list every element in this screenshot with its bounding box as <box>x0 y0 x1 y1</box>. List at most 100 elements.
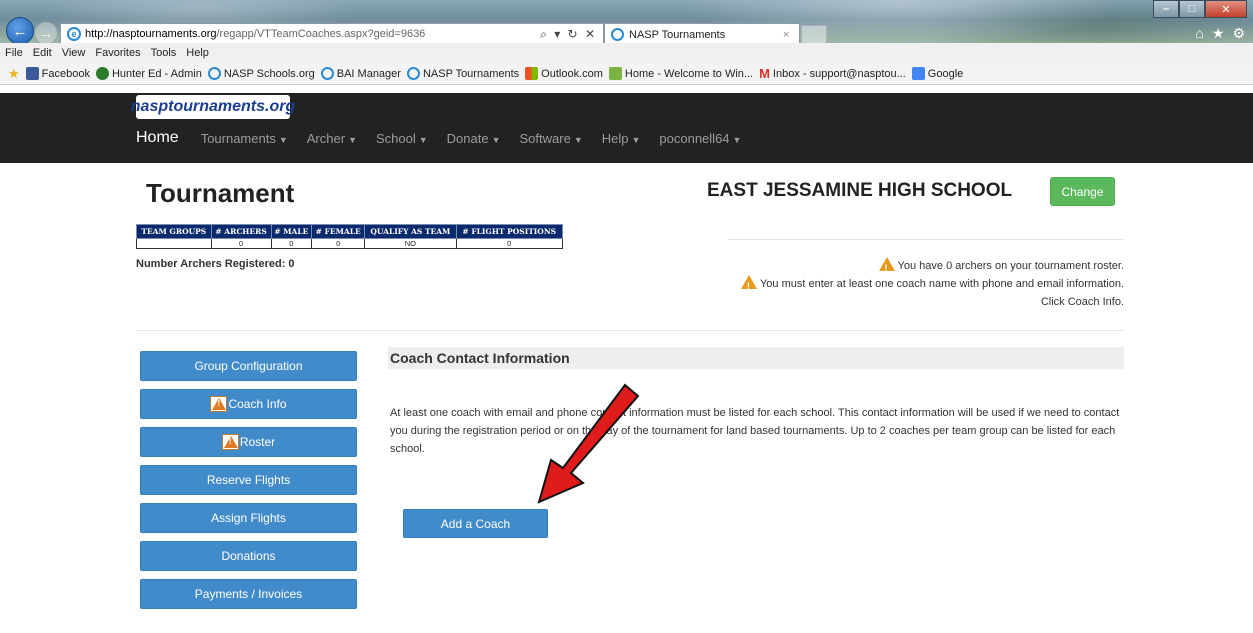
fav-nasp-schools[interactable]: NASP Schools.org <box>207 67 315 80</box>
tab-nasp-tournaments[interactable]: NASP Tournaments × <box>604 23 800 45</box>
menu-help[interactable]: Help <box>186 47 209 59</box>
nav-label: School <box>375 131 416 146</box>
ie-page-icon <box>320 67 334 80</box>
button-label: Roster <box>239 435 276 449</box>
add-coach-button[interactable]: Add a Coach <box>403 509 548 538</box>
nav-software[interactable]: Software ▼ <box>520 131 583 147</box>
nav-school[interactable]: School ▼ <box>376 131 428 147</box>
warning-icon <box>740 275 757 295</box>
td-flight-positions: 0 <box>455 238 564 249</box>
maximize-icon[interactable]: □ <box>1179 0 1205 18</box>
caret-down-icon: ▼ <box>418 135 428 145</box>
nav-home[interactable]: Home <box>136 129 179 147</box>
registration-sidebar: Group Configuration Coach Info Roster Re… <box>140 351 357 617</box>
nav-label: Help <box>601 131 629 146</box>
site-logo[interactable]: nasptournaments.org <box>131 95 295 119</box>
fav-label: NASP Schools.org <box>223 67 315 80</box>
browser-menubar: File Edit View Favorites Tools Help <box>0 43 1253 63</box>
site-nav-links: Home Tournaments ▼ Archer ▼ School ▼ Donate… <box>136 129 760 147</box>
th-team-groups: TEAM GROUPS <box>136 224 212 239</box>
fav-home-welcome[interactable]: Home - Welcome to Win... <box>608 67 754 80</box>
fav-nasp-tournaments[interactable]: NASP Tournaments <box>406 67 520 80</box>
menu-favorites[interactable]: Favorites <box>95 47 140 59</box>
tab-ie-icon <box>611 28 624 41</box>
fav-label: Hunter Ed - Admin <box>111 67 202 80</box>
nav-help[interactable]: Help ▼ <box>602 131 641 147</box>
warning-messages: You have 0 archers on your tournament ro… <box>728 257 1124 311</box>
fav-label: Facebook <box>41 67 90 80</box>
fav-facebook[interactable]: Facebook <box>25 67 90 80</box>
button-label: Coach Info <box>228 397 287 411</box>
gear-icon[interactable]: ⚙ <box>1232 25 1245 42</box>
fav-label: Outlook.com <box>541 67 603 80</box>
caret-down-icon: ▼ <box>631 135 641 145</box>
nav-tournaments[interactable]: Tournaments ▼ <box>201 131 288 147</box>
change-school-button[interactable]: Change <box>1050 177 1115 206</box>
globe-icon <box>95 67 109 80</box>
home-icon[interactable]: ⌂ <box>1195 25 1203 42</box>
menu-tools[interactable]: Tools <box>151 47 177 59</box>
nav-donate[interactable]: Donate ▼ <box>447 131 501 147</box>
minimize-icon[interactable]: – <box>1153 0 1179 18</box>
fav-hunter-ed[interactable]: Hunter Ed - Admin <box>95 67 202 80</box>
th-flight-positions: # FLIGHT POSITIONS <box>455 224 564 239</box>
caret-down-icon: ▼ <box>732 135 742 145</box>
donations-button[interactable]: Donations <box>140 541 357 571</box>
favorites-star-icon[interactable]: ★ <box>1212 25 1225 42</box>
school-name: EAST JESSAMINE HIGH SCHOOL <box>707 180 1013 201</box>
address-controls[interactable]: ⌕ ▾ ↻ ✕ <box>539 27 603 42</box>
table-row: 0 0 0 NO 0 <box>136 238 564 249</box>
button-label: Group Configuration <box>194 359 303 373</box>
nav-label: Home <box>136 129 179 146</box>
forward-button[interactable]: → <box>34 21 58 45</box>
back-button[interactable]: ← <box>6 17 34 45</box>
fav-label: Home - Welcome to Win... <box>624 67 754 80</box>
fav-google[interactable]: Google <box>911 67 963 80</box>
th-archers: # ARCHERS <box>210 224 272 239</box>
favorites-star-add-icon[interactable]: ★ <box>8 66 20 82</box>
fav-label: Inbox - support@nasptou... <box>772 67 906 80</box>
warning-coach: You must enter at least one coach name w… <box>728 275 1124 311</box>
forward-arrow-icon: → <box>38 24 54 42</box>
fav-label: BAI Manager <box>336 67 401 80</box>
tab-title: NASP Tournaments <box>629 28 726 41</box>
number-archers-registered: Number Archers Registered: 0 <box>136 258 295 270</box>
button-label: Donations <box>221 549 276 563</box>
windows-icon <box>525 67 539 80</box>
fav-label: NASP Tournaments <box>422 67 520 80</box>
menu-view[interactable]: View <box>62 47 86 59</box>
roster-button[interactable]: Roster <box>140 427 357 457</box>
nav-archer[interactable]: Archer ▼ <box>307 131 357 147</box>
section-heading: Coach Contact Information <box>388 347 1124 369</box>
page-title: Tournament <box>146 178 295 208</box>
assign-flights-button[interactable]: Assign Flights <box>140 503 357 533</box>
nav-user-account[interactable]: poconnell64 ▼ <box>659 131 741 147</box>
nav-label: Donate <box>446 131 489 146</box>
menu-file[interactable]: File <box>5 47 23 59</box>
coach-info-button[interactable]: Coach Info <box>140 389 357 419</box>
fav-inbox[interactable]: M Inbox - support@nasptou... <box>759 66 906 81</box>
reserve-flights-button[interactable]: Reserve Flights <box>140 465 357 495</box>
caret-down-icon: ▼ <box>348 135 357 145</box>
address-url[interactable]: http://nasptournaments.org/regapp/VTTeam… <box>85 28 539 40</box>
close-window-icon[interactable]: ✕ <box>1205 0 1247 18</box>
td-male: 0 <box>270 238 313 249</box>
new-tab-button[interactable] <box>801 25 827 45</box>
td-qualify-as-team: NO <box>364 238 457 249</box>
warning-text: You have 0 archers on your tournament ro… <box>897 260 1124 272</box>
nav-label: poconnell64 <box>659 131 730 146</box>
facebook-icon <box>25 67 39 80</box>
fav-outlook[interactable]: Outlook.com <box>525 67 603 80</box>
favorites-bar: ★ Facebook Hunter Ed - Admin NASP School… <box>0 63 1253 85</box>
button-label: Assign Flights <box>211 511 286 525</box>
fav-bai-manager[interactable]: BAI Manager <box>320 67 401 80</box>
payments-invoices-button[interactable]: Payments / Invoices <box>140 579 357 609</box>
divider <box>728 239 1124 240</box>
browser-tool-icons: ⌂ ★ ⚙ <box>1195 25 1245 42</box>
menu-edit[interactable]: Edit <box>33 47 52 59</box>
group-configuration-button[interactable]: Group Configuration <box>140 351 357 381</box>
address-bar[interactable]: e http://nasptournaments.org/regapp/VTTe… <box>60 23 604 45</box>
tab-close-icon[interactable]: × <box>783 29 799 41</box>
back-arrow-icon: ← <box>12 22 28 40</box>
ie-icon: e <box>67 27 81 41</box>
